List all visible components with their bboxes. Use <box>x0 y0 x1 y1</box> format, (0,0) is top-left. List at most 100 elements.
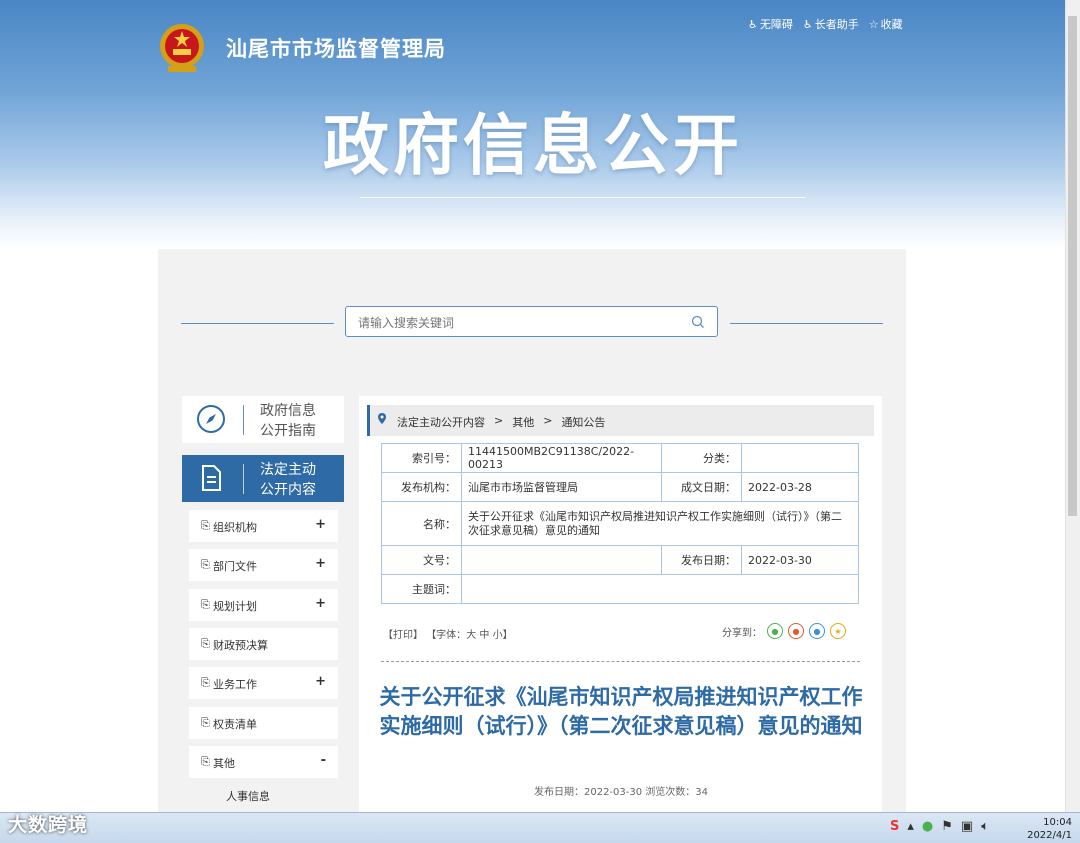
font-size-prefix: 【字体： <box>426 630 467 641</box>
file-icon: ⎘ <box>201 676 210 689</box>
sidebar-guide-line1: 政府信息 <box>260 403 316 419</box>
volume-icon[interactable]: 🔈︎ <box>981 819 989 834</box>
national-emblem-icon <box>160 24 204 72</box>
sidebar-subitem-personnel[interactable]: 人事信息 <box>226 788 270 804</box>
meta-pubdate-value: 2022-03-30 <box>741 545 859 575</box>
top-links: ♿ 无障碍 ♿ 长者助手 ☆ 收藏 <box>748 16 903 32</box>
sidebar-item-other[interactable]: ⎘ 其他 - <box>189 746 338 778</box>
wechat-tray-icon[interactable]: ● <box>922 819 933 834</box>
sidebar-guide-line2: 公开指南 <box>260 423 316 439</box>
favorite-label: 收藏 <box>880 18 903 31</box>
font-large-link[interactable]: 大 <box>466 630 476 641</box>
sidebar-active-content[interactable]: 法定主动 公开内容 <box>182 455 344 502</box>
qq-share-icon[interactable]: ● <box>809 623 825 639</box>
file-icon: ⎘ <box>201 598 210 611</box>
expand-toggle[interactable]: + <box>315 674 326 689</box>
tray-arrow-icon[interactable]: ▴ <box>907 819 914 834</box>
taskbar-clock[interactable]: 10:04 2022/4/1 <box>1027 816 1072 842</box>
expand-toggle[interactable]: + <box>315 517 326 532</box>
hero-title: 政府信息公开 <box>323 107 743 184</box>
article-divider <box>381 661 860 662</box>
sidebar-active-line1: 法定主动 <box>260 462 316 478</box>
breadcrumb-separator: > <box>494 414 504 427</box>
network-icon[interactable]: ▣ <box>961 819 973 834</box>
breadcrumb-item-public-content[interactable]: 法定主动公开内容 <box>397 414 485 430</box>
sidebar-guide-divider <box>243 405 244 435</box>
sidebar-active-label: 法定主动 公开内容 <box>260 460 316 500</box>
font-small-link[interactable]: 小 <box>493 630 503 641</box>
meta-docno-value <box>461 545 662 575</box>
sidebar-item-label: 业务工作 <box>213 678 257 691</box>
search-input[interactable] <box>356 312 680 334</box>
qzone-share-icon[interactable]: ★ <box>830 623 846 639</box>
star-icon: ☆ <box>868 18 879 31</box>
file-icon: ⎘ <box>201 716 210 729</box>
document-icon <box>202 465 221 491</box>
system-tray: S ▴ ● ⚑ ▣ 🔈︎ <box>890 819 989 834</box>
sidebar-item-label: 规划计划 <box>213 600 257 613</box>
sidebar-item-department-docs[interactable]: ⎘ 部门文件 + <box>189 549 338 581</box>
breadcrumb-item-notices[interactable]: 通知公告 <box>561 414 605 430</box>
hero-divider <box>360 197 805 198</box>
wechat-share-icon[interactable]: ● <box>767 623 783 639</box>
font-medium-link[interactable]: 中 <box>479 630 489 641</box>
location-pin-icon <box>378 413 386 427</box>
document-meta-table: 索引号： 11441500MB2C91138C/2022-00213 分类： 发… <box>381 443 859 604</box>
meta-index-label: 索引号： <box>381 443 462 473</box>
meta-created-label: 成文日期： <box>661 472 742 502</box>
meta-pubdate-label: 发布日期： <box>661 545 742 575</box>
font-size-suffix: 】 <box>502 630 513 641</box>
elder-assistant-link[interactable]: ♿ 长者助手 <box>803 16 859 32</box>
file-icon: ⎘ <box>201 519 210 532</box>
meta-publisher-value: 汕尾市市场监督管理局 <box>461 472 662 502</box>
expand-toggle[interactable]: + <box>315 556 326 571</box>
flag-icon[interactable]: ⚑ <box>941 819 953 834</box>
meta-subject-value <box>461 574 859 604</box>
clock-date: 2022/4/1 <box>1027 830 1072 841</box>
sidebar-item-label: 财政预决算 <box>213 639 268 652</box>
meta-created-value: 2022-03-28 <box>741 472 859 502</box>
search-box <box>345 306 718 337</box>
breadcrumb-item-other[interactable]: 其他 <box>512 414 534 430</box>
favorite-link[interactable]: ☆ 收藏 <box>869 16 903 32</box>
expand-toggle[interactable]: + <box>315 596 326 611</box>
meta-docno-label: 文号： <box>381 545 462 575</box>
search-divider-right <box>730 323 883 324</box>
input-method-icon[interactable]: S <box>890 819 899 834</box>
file-icon: ⎘ <box>201 558 210 571</box>
sidebar-item-budget[interactable]: ⎘ 财政预决算 <box>189 628 338 660</box>
sidebar-guide[interactable]: 政府信息 公开指南 <box>182 396 344 443</box>
weibo-share-icon[interactable]: ● <box>788 623 804 639</box>
share-label: 分享到： <box>722 627 762 639</box>
search-icon[interactable] <box>691 315 705 329</box>
page-scrollbar[interactable] <box>1065 0 1080 812</box>
scrollbar-thumb[interactable] <box>1068 16 1077 516</box>
sidebar-item-label: 权责清单 <box>213 718 257 731</box>
site-name[interactable]: 汕尾市市场监督管理局 <box>226 33 446 63</box>
sidebar-item-label: 部门文件 <box>213 560 257 573</box>
meta-publisher-label: 发布机构： <box>381 472 462 502</box>
breadcrumb-separator: > <box>543 414 553 427</box>
article-tools: 【打印】 【字体：大 中 小】 <box>383 626 513 641</box>
meta-index-value: 11441500MB2C91138C/2022-00213 <box>461 443 662 473</box>
sidebar-item-power-list[interactable]: ⎘ 权责清单 <box>189 707 338 739</box>
sidebar-active-divider <box>243 464 244 494</box>
meta-subject-label: 主题词： <box>381 574 462 604</box>
compass-icon <box>197 405 225 433</box>
search-divider-left <box>181 323 334 324</box>
sidebar-item-business[interactable]: ⎘ 业务工作 + <box>189 667 338 699</box>
clock-time: 10:04 <box>1043 817 1072 828</box>
sidebar-item-organization[interactable]: ⎘ 组织机构 + <box>189 510 338 542</box>
article-title: 关于公开征求《汕尾市知识产权局推进知识产权工作实施细则（试行）》（第二次征求意见… <box>379 685 863 738</box>
print-link[interactable]: 【打印】 <box>383 630 423 641</box>
sidebar-item-label: 其他 <box>213 757 235 770</box>
article-meta: 发布日期：2022-03-30 浏览次数：34 <box>533 787 709 798</box>
share-bar: 分享到： ● ● ● ★ <box>722 623 846 639</box>
elder-assistant-label: 长者助手 <box>814 18 859 31</box>
meta-name-value: 关于公开征求《汕尾市知识产权局推进知识产权工作实施细则（试行）》（第二次征求意见… <box>461 501 859 546</box>
collapse-toggle[interactable]: - <box>321 753 326 768</box>
sidebar-active-line2: 公开内容 <box>260 482 316 498</box>
accessibility-link[interactable]: ♿ 无障碍 <box>748 16 793 32</box>
accessibility-label: 无障碍 <box>759 18 793 31</box>
sidebar-item-planning[interactable]: ⎘ 规划计划 + <box>189 589 338 621</box>
